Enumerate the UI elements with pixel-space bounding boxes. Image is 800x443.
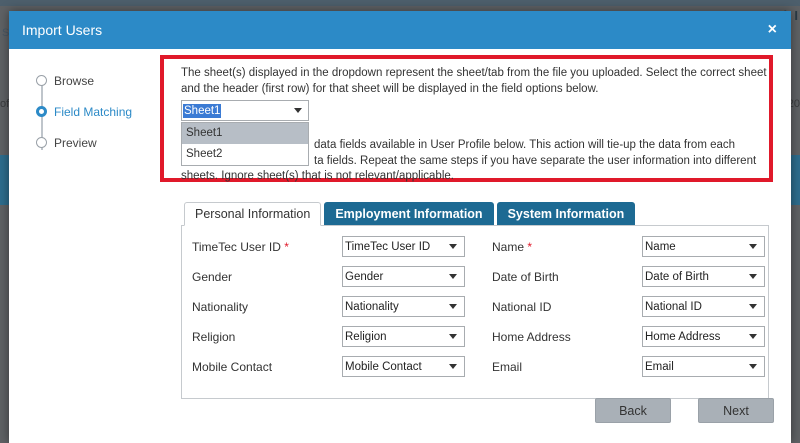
tab-personal-information[interactable]: Personal Information [184,202,322,226]
field-row: Nationality Nationality National ID Nati… [192,296,772,317]
nationality-select[interactable]: Nationality [342,296,465,317]
background-text-mid-left: of [0,98,10,110]
field-label: Nationality [192,299,249,314]
tab-system-information[interactable]: System Information [496,202,636,226]
background-topbar [0,0,800,6]
sheet-option-sheet1[interactable]: Sheet1 [182,123,308,144]
background-strip-right [790,155,800,205]
field-label: Religion [192,329,236,344]
chevron-down-icon [294,108,302,113]
home-address-select[interactable]: Home Address [642,326,765,347]
instruction-line-3: sheets. Ignore sheet(s) that is not rele… [181,170,454,182]
step-browse[interactable]: Browse [36,65,132,96]
chevron-down-icon [449,244,457,249]
dialog-title: Import Users [22,22,103,38]
sheet-option-sheet2[interactable]: Sheet2 [182,144,308,165]
back-button[interactable]: Back [595,398,671,423]
field-label: Name * [492,239,533,254]
email-select[interactable]: Email [642,356,765,377]
chevron-down-icon [449,364,457,369]
chevron-down-icon [749,244,757,249]
chevron-down-icon [449,334,457,339]
step-dot-icon [36,137,47,148]
step-indicator: Browse Field Matching Preview [36,65,132,158]
step-label: Preview [54,135,97,150]
field-label: Email [492,359,523,374]
step-dot-active-icon [36,106,47,117]
gender-select[interactable]: Gender [342,266,465,287]
required-marker: * [284,239,289,254]
required-marker: * [527,239,533,254]
step-field-matching[interactable]: Field Matching [36,96,132,127]
instruction-line-1: data fields available in User Profile be… [314,139,736,151]
instruction-line-2: ta fields. Repeat the same steps if you … [314,154,757,167]
field-label: Home Address [492,329,571,344]
tab-employment-information[interactable]: Employment Information [324,202,494,226]
step-label: Field Matching [54,104,133,119]
chevron-down-icon [749,304,757,309]
field-label: Gender [192,269,233,284]
import-users-dialog: Import Users × Browse Field Matching Pre… [9,11,791,443]
name-select[interactable]: Name [642,236,765,257]
field-label: Mobile Contact [192,359,273,374]
field-mapping-panel: TimeTec User ID * TimeTec User ID Name *… [181,225,769,399]
sheet-dropdown-list: Sheet1 Sheet2 [181,122,309,166]
field-row: Religion Religion Home Address Home Addr… [192,326,772,347]
close-icon[interactable]: × [768,22,777,38]
chevron-down-icon [749,364,757,369]
step-preview[interactable]: Preview [36,127,132,158]
instruction-text: The sheet(s) displayed in the dropdown r… [181,67,767,95]
field-tabs: Personal Information Employment Informat… [184,202,638,226]
chevron-down-icon [749,274,757,279]
field-row: Mobile Contact Mobile Contact Email Emai… [192,356,772,377]
next-button[interactable]: Next [698,398,774,423]
chevron-down-icon [749,334,757,339]
mobile-contact-select[interactable]: Mobile Contact [342,356,465,377]
chevron-down-icon [449,304,457,309]
sheet-dropdown-value: Sheet1 [183,103,222,118]
field-label: Date of Birth [492,269,559,284]
step-dot-icon [36,75,47,86]
religion-select[interactable]: Religion [342,326,465,347]
field-row: TimeTec User ID * TimeTec User ID Name *… [192,236,772,257]
field-row: Gender Gender Date of Birth Date of Birt… [192,266,772,287]
date-of-birth-select[interactable]: Date of Birth [642,266,765,287]
field-label: National ID [492,299,552,314]
dialog-header: Import Users × [9,11,791,49]
timetec-user-id-select[interactable]: TimeTec User ID [342,236,465,257]
chevron-down-icon [449,274,457,279]
national-id-select[interactable]: National ID [642,296,765,317]
sheet-selection-highlight: The sheet(s) displayed in the dropdown r… [160,55,773,182]
field-label: TimeTec User ID * [192,239,289,254]
step-label: Browse [54,73,95,88]
sheet-dropdown[interactable]: Sheet1 [181,100,309,121]
